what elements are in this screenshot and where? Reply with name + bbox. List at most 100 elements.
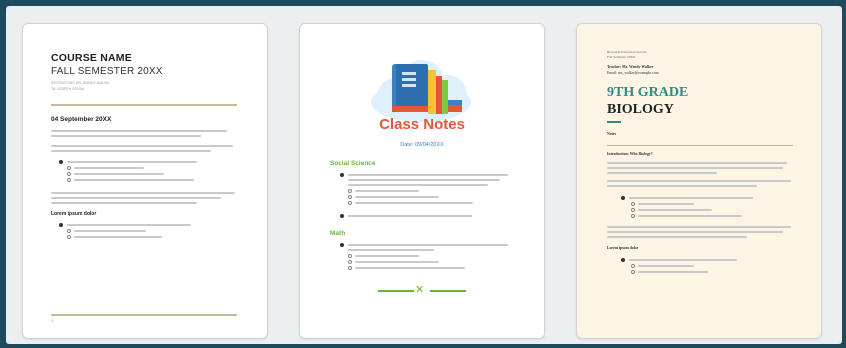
placeholder-text-line <box>67 229 71 233</box>
section-social-science: Social Science <box>330 160 376 167</box>
topic: Introduction: Who Biology? <box>607 152 653 156</box>
placeholder-text-line <box>59 160 63 164</box>
placeholder-text-line <box>74 230 146 232</box>
template-preview-course-notes: COURSE NAME FALL SEMESTER 20XX INSTRUCTO… <box>23 24 267 338</box>
term: Fall Semester 20XX <box>607 55 636 59</box>
placeholder-text-line <box>74 236 162 238</box>
placeholder-text-line <box>348 249 434 251</box>
placeholder-text-line <box>74 167 144 169</box>
placeholder-text-line <box>340 214 344 218</box>
placeholder-text-line <box>348 174 508 176</box>
placeholder-text-line <box>67 166 71 170</box>
placeholder-text-line <box>638 215 742 217</box>
divider-left <box>378 290 414 292</box>
placeholder-text-line <box>348 244 508 246</box>
template-card-biology[interactable]: Riverside Education Service Fall Semeste… <box>576 23 822 339</box>
placeholder-text-line <box>67 172 71 176</box>
placeholder-text-line <box>631 208 635 212</box>
books-cloud-icon <box>371 60 471 122</box>
placeholder-text-line <box>638 265 694 267</box>
placeholder-text-line <box>355 202 473 204</box>
section-math: Math <box>330 230 346 237</box>
placeholder-text-line <box>621 196 625 200</box>
instructor-line: INSTRUCTOR: DR. WENDY WALSH <box>51 81 110 85</box>
placeholder-text-line <box>631 202 635 206</box>
placeholder-text-line <box>607 162 787 164</box>
placeholder-text-line <box>607 231 783 233</box>
divider-right <box>430 290 466 292</box>
placeholder-text-line <box>631 270 635 274</box>
placeholder-text-line <box>51 192 235 194</box>
placeholder-text-line <box>340 243 344 247</box>
grade-heading: 9TH GRADE <box>607 85 689 100</box>
placeholder-text-line <box>607 226 791 228</box>
course-name: COURSE NAME <box>51 52 132 64</box>
class-notes-title: Class Notes <box>379 116 465 133</box>
placeholder-text-line <box>51 135 201 137</box>
divider-x-icon: ✕ <box>415 284 425 296</box>
placeholder-text-line <box>51 150 211 152</box>
placeholder-text-line <box>74 179 194 181</box>
placeholder-text-line <box>348 260 352 264</box>
email: Email: ms_walker@example.com <box>607 71 659 75</box>
template-preview-biology: Riverside Education Service Fall Semeste… <box>577 24 821 338</box>
placeholder-text-line <box>638 209 712 211</box>
gallery-frame: COURSE NAME FALL SEMESTER 20XX INSTRUCTO… <box>6 6 842 344</box>
placeholder-text-line <box>51 145 233 147</box>
placeholder-text-line <box>74 173 164 175</box>
placeholder-text-line <box>67 224 191 226</box>
placeholder-text-line <box>621 258 625 262</box>
template-gallery: COURSE NAME FALL SEMESTER 20XX INSTRUCTO… <box>0 0 846 348</box>
placeholder-text-line <box>355 261 439 263</box>
placeholder-text-line <box>348 266 352 270</box>
placeholder-text-line <box>607 180 791 182</box>
subject-heading: BIOLOGY <box>607 102 674 117</box>
placeholder-text-line <box>348 184 488 186</box>
placeholder-text-line <box>355 267 465 269</box>
placeholder-text-line <box>607 167 783 169</box>
ta-line: TA: JOSEPH SOUSA <box>51 87 85 91</box>
placeholder-text-line <box>355 255 419 257</box>
placeholder-text-line <box>607 172 717 174</box>
teacher: Teacher: Ms. Wendy Walker <box>607 65 654 69</box>
placeholder-text-line <box>340 173 344 177</box>
page-number: 1 <box>51 318 54 323</box>
placeholder-text-line <box>629 197 753 199</box>
placeholder-text-line <box>67 178 71 182</box>
subheading: Lorem ipsum dolor <box>51 211 97 217</box>
placeholder-text-line <box>348 189 352 193</box>
date-heading: 04 September 20XX <box>51 116 112 123</box>
placeholder-text-line <box>51 202 197 204</box>
placeholder-text-line <box>59 223 63 227</box>
placeholder-text-line <box>607 236 747 238</box>
placeholder-text-line <box>631 264 635 268</box>
placeholder-text-line <box>348 201 352 205</box>
placeholder-text-line <box>355 190 419 192</box>
placeholder-text-line <box>629 259 737 261</box>
notes-date: Date: 09/04/20XX <box>400 142 444 148</box>
template-card-course-notes[interactable]: COURSE NAME FALL SEMESTER 20XX INSTRUCTO… <box>22 23 268 339</box>
semester: FALL SEMESTER 20XX <box>51 66 163 77</box>
notes-rule <box>607 145 793 146</box>
placeholder-text-line <box>607 185 757 187</box>
template-preview-class-notes: Class Notes Date: 09/04/20XX Social Scie… <box>300 24 544 338</box>
placeholder-text-line <box>631 214 635 218</box>
placeholder-text-line <box>51 130 227 132</box>
placeholder-text-line <box>348 215 472 217</box>
placeholder-text-line <box>355 196 439 198</box>
placeholder-text-line <box>348 179 500 181</box>
placeholder-text-line <box>67 235 71 239</box>
footer-rule <box>51 314 237 316</box>
header-rule <box>51 104 237 106</box>
subheading-biology: Lorem ipsum dolor <box>607 246 639 250</box>
placeholder-text-line <box>348 195 352 199</box>
placeholder-text-line <box>67 161 197 163</box>
placeholder-text-line <box>638 203 694 205</box>
placeholder-text-line <box>638 271 708 273</box>
title-accent <box>607 121 621 123</box>
school-name: Riverside Education Service <box>607 50 647 54</box>
placeholder-text-line <box>51 197 221 199</box>
template-card-class-notes[interactable]: Class Notes Date: 09/04/20XX Social Scie… <box>299 23 545 339</box>
placeholder-text-line <box>348 254 352 258</box>
notes-label: Notes <box>607 132 617 136</box>
